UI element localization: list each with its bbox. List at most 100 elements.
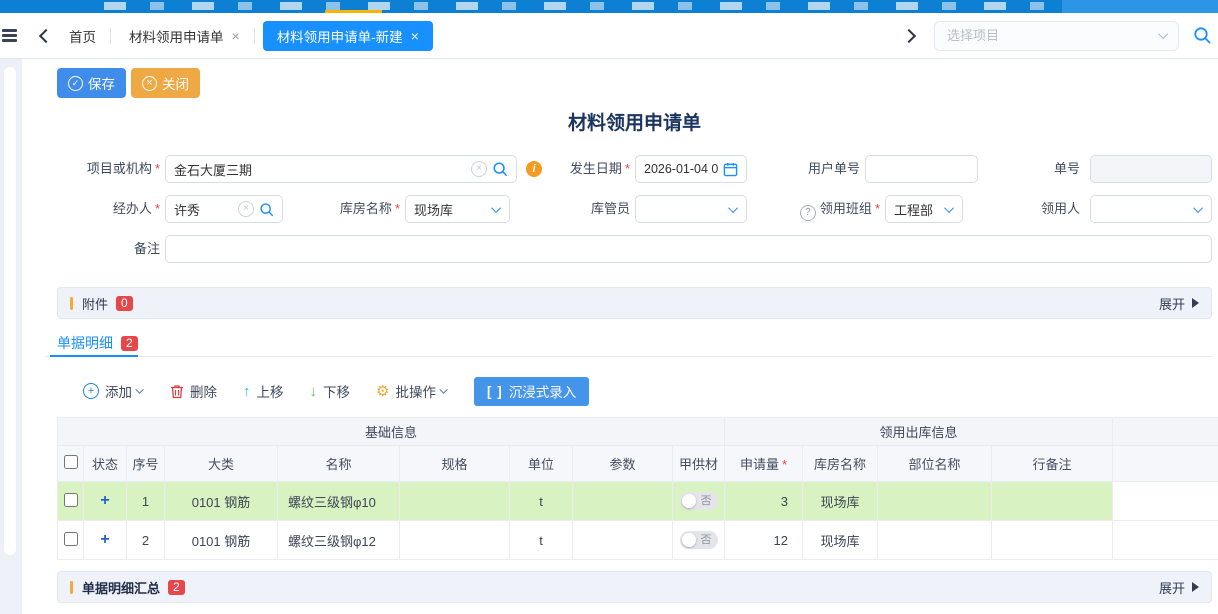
row-add-status-icon[interactable]	[100, 531, 109, 548]
row-qty-cell[interactable]: 12	[725, 521, 803, 560]
scroll-tabs-left-icon[interactable]	[39, 28, 53, 42]
chevron-down-icon	[135, 385, 143, 393]
owner-supplied-toggle[interactable]: 否	[680, 531, 718, 549]
select-all-checkbox-cell	[58, 446, 84, 482]
arrow-down-icon	[310, 383, 318, 400]
calendar-icon[interactable]	[723, 162, 738, 177]
add-row-button[interactable]: 添加	[83, 381, 144, 401]
topnav-menu-text-fragments	[104, 2, 1068, 10]
group-basic-info: 基础信息	[58, 418, 725, 446]
tab-label: 首页	[69, 26, 96, 46]
clear-icon[interactable]	[471, 161, 487, 177]
plus-circle-icon	[83, 383, 99, 399]
toggle-knob	[682, 494, 696, 508]
project-field[interactable]	[165, 155, 517, 183]
col-unit: 单位	[510, 446, 573, 482]
move-down-button[interactable]: 下移	[310, 381, 351, 401]
x-circle-icon	[142, 76, 157, 91]
tab-detail-lines[interactable]: 单据明细 2	[57, 333, 138, 353]
section-tick	[70, 581, 73, 594]
handler-input[interactable]	[174, 202, 233, 217]
project-select-input[interactable]	[945, 27, 1161, 44]
col-param: 参数	[573, 446, 673, 482]
handler-field[interactable]	[165, 195, 283, 223]
user-no-field[interactable]	[865, 155, 978, 183]
tab-divider	[254, 28, 255, 44]
row-checkbox[interactable]	[64, 532, 78, 546]
scroll-tabs-right-icon[interactable]	[902, 28, 916, 42]
lookup-search-icon[interactable]	[492, 161, 508, 177]
menu-icon[interactable]	[2, 29, 17, 42]
remark-field[interactable]	[165, 235, 1212, 263]
doc-no-field	[1090, 155, 1212, 183]
project-input[interactable]	[174, 162, 466, 177]
row-part-cell	[878, 521, 992, 560]
active-tab-underline	[50, 355, 138, 357]
delete-row-button[interactable]: 删除	[170, 381, 217, 401]
group-empty	[1113, 418, 1218, 446]
col-owner-supplied: 甲供材	[673, 446, 725, 482]
team-select[interactable]: 工程部	[885, 195, 963, 223]
row-spec-cell	[400, 521, 510, 560]
col-empty	[1113, 446, 1218, 482]
row-param-cell	[573, 482, 673, 521]
chevron-down-icon	[439, 385, 447, 393]
save-button-label: 保存	[88, 73, 115, 93]
project-label: 项目或机构*	[40, 155, 160, 183]
collapsed-sidebar[interactable]	[0, 59, 22, 614]
move-up-button[interactable]: 上移	[243, 381, 284, 401]
batch-operations-button[interactable]: 批操作	[376, 381, 448, 401]
lookup-search-icon[interactable]	[259, 202, 274, 217]
row-category-cell: 0101 钢筋	[165, 482, 278, 521]
col-spec: 规格	[400, 446, 510, 482]
attachments-section-bar: 附件 0 展开	[57, 287, 1212, 319]
row-seq-cell: 2	[127, 521, 165, 560]
row-empty-cell	[1113, 482, 1218, 521]
row-spec-cell	[400, 482, 510, 521]
date-label: 发生日期*	[520, 155, 630, 183]
immersive-entry-button[interactable]: 沉浸式录入	[474, 377, 589, 406]
row-empty-cell	[1113, 521, 1218, 560]
row-part-cell	[878, 482, 992, 521]
tab-home[interactable]: 首页	[69, 26, 96, 46]
clear-icon[interactable]	[238, 201, 254, 217]
row-warehouse-cell: 现场库	[803, 521, 878, 560]
expand-triangle-icon	[1192, 582, 1199, 592]
row-checkbox[interactable]	[64, 493, 78, 507]
help-icon[interactable]	[800, 205, 816, 221]
keeper-select[interactable]	[635, 195, 747, 223]
search-icon[interactable]	[1193, 26, 1212, 45]
warehouse-select[interactable]: 现场库	[405, 195, 510, 223]
save-button[interactable]: 保存	[57, 68, 126, 98]
close-tab-icon[interactable]	[232, 29, 240, 43]
row-qty-cell[interactable]: 3	[725, 482, 803, 521]
handler-label: 经办人*	[40, 195, 160, 223]
row-status-cell	[84, 521, 127, 560]
topnav-highlight-segment	[1062, 0, 1218, 13]
recipient-select[interactable]	[1090, 195, 1212, 223]
table-row[interactable]: 2 0101 钢筋 螺纹三级钢φ12 t 否 12 现场库	[58, 521, 1218, 560]
owner-supplied-toggle[interactable]: 否	[680, 492, 718, 510]
date-input[interactable]	[644, 162, 718, 176]
date-field[interactable]	[635, 155, 747, 183]
row-warehouse-cell: 现场库	[803, 482, 878, 521]
close-tab-icon[interactable]	[411, 29, 419, 43]
remark-input[interactable]	[174, 242, 1203, 257]
tab-material-requisition[interactable]: 材料领用申请单	[129, 26, 240, 46]
close-button[interactable]: 关闭	[131, 68, 200, 98]
user-no-input[interactable]	[874, 162, 969, 177]
row-status-cell	[84, 482, 127, 521]
select-all-checkbox[interactable]	[64, 455, 78, 469]
doc-no-label: 单号	[970, 155, 1080, 183]
doc-no-input	[1099, 162, 1203, 177]
summary-section-bar: 单据明细汇总 2 展开	[57, 571, 1212, 603]
project-select[interactable]	[934, 21, 1179, 51]
tab-material-requisition-new[interactable]: 材料领用申请单-新建	[263, 21, 433, 51]
row-seq-cell: 1	[127, 482, 165, 521]
attachments-expand-button[interactable]: 展开	[1159, 294, 1199, 313]
col-category: 大类	[165, 446, 278, 482]
table-row[interactable]: 1 0101 钢筋 螺纹三级钢φ10 t 否 3 现场库	[58, 482, 1218, 521]
row-param-cell	[573, 521, 673, 560]
row-add-status-icon[interactable]	[100, 492, 109, 509]
summary-expand-button[interactable]: 展开	[1159, 578, 1199, 597]
